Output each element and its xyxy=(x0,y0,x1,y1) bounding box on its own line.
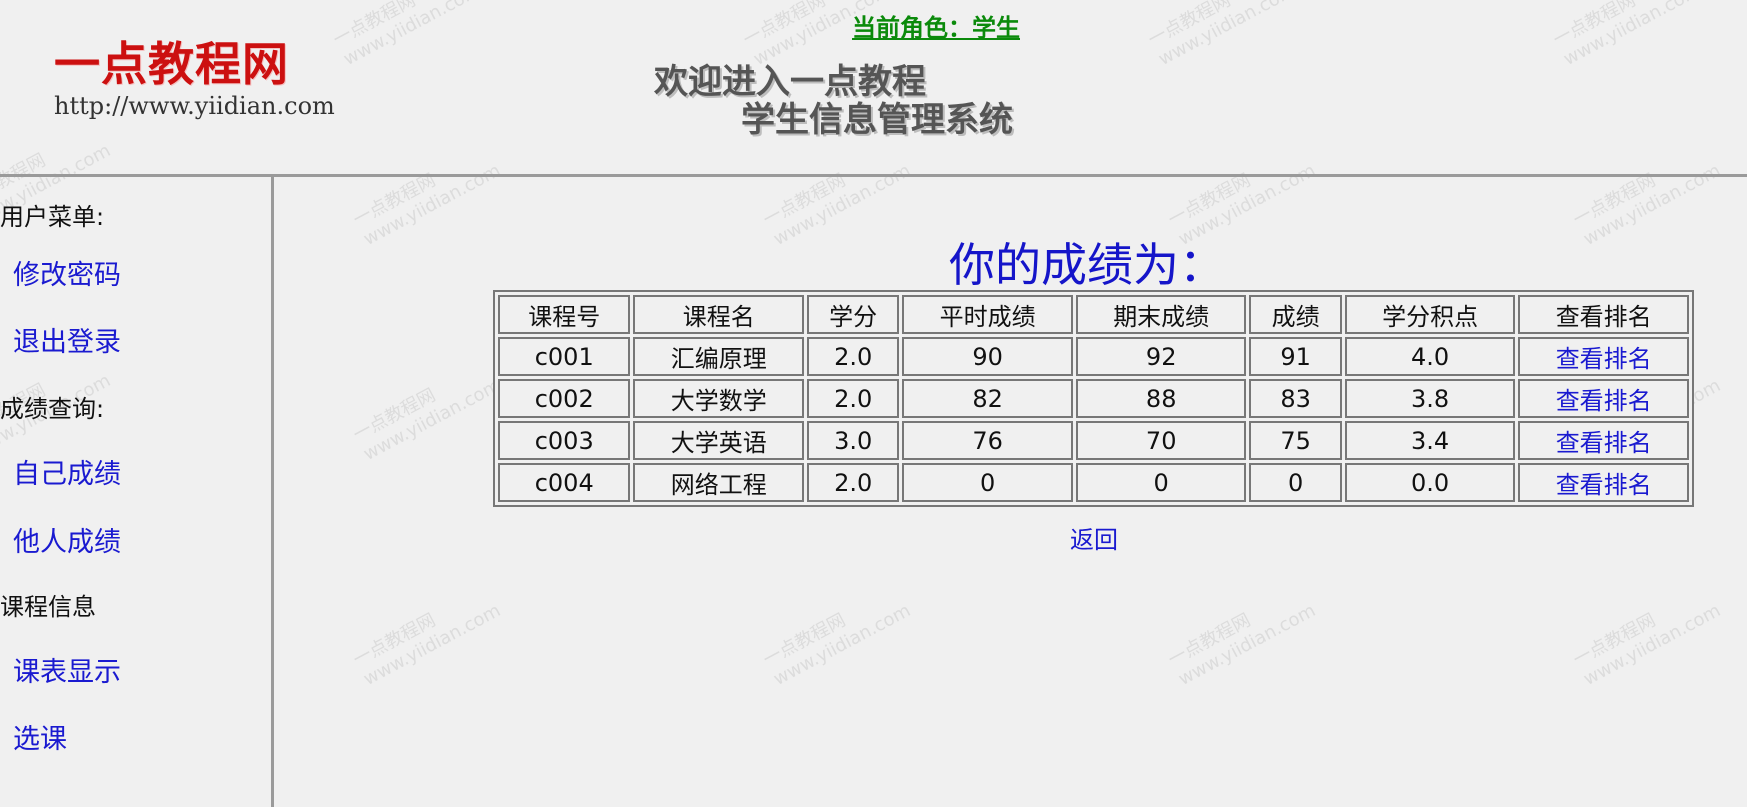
sidebar-section-user-menu: 用户菜单: xyxy=(0,203,105,231)
table-row: c003 大学英语 3.0 76 70 75 3.4 查看排名 xyxy=(498,421,1689,460)
cell-regular-score: 90 xyxy=(902,337,1073,376)
back-link[interactable]: 返回 xyxy=(1070,520,1118,555)
column-header-course-name: 课程名 xyxy=(633,295,805,334)
cell-grade-point: 3.8 xyxy=(1344,379,1516,418)
sidebar: 用户菜单: 修改密码 退出登录 成绩查询: 自己成绩 他人成绩 课程信息 课表显… xyxy=(0,177,274,807)
sidebar-section-score-query: 成绩查询: xyxy=(0,395,105,423)
cell-course-name: 网络工程 xyxy=(633,463,805,502)
welcome-line-2: 学生信息管理系统 xyxy=(741,100,1013,140)
header: 一点教程网 http://www.yiidian.com 当前角色：学生 欢迎进… xyxy=(0,0,1747,177)
column-header-view-rank: 查看排名 xyxy=(1518,295,1689,334)
cell-score: 83 xyxy=(1249,379,1342,418)
view-rank-link[interactable]: 查看排名 xyxy=(1556,471,1652,499)
cell-score: 75 xyxy=(1249,421,1342,460)
cell-course-id: c001 xyxy=(498,337,631,376)
column-header-final-exam-score: 期末成绩 xyxy=(1075,295,1247,334)
view-rank-link[interactable]: 查看排名 xyxy=(1556,345,1652,373)
table-row: c004 网络工程 2.0 0 0 0 0.0 查看排名 xyxy=(498,463,1689,502)
cell-course-name: 大学数学 xyxy=(633,379,805,418)
view-rank-link[interactable]: 查看排名 xyxy=(1556,387,1652,415)
cell-credit: 3.0 xyxy=(807,421,900,460)
cell-credit: 2.0 xyxy=(807,337,900,376)
column-header-course-id: 课程号 xyxy=(498,295,631,334)
sidebar-section-course-info: 课程信息 xyxy=(0,593,96,621)
cell-final-exam-score: 0 xyxy=(1075,463,1247,502)
cell-final-exam-score: 70 xyxy=(1075,421,1247,460)
cell-view-rank: 查看排名 xyxy=(1518,379,1689,418)
cell-view-rank: 查看排名 xyxy=(1518,463,1689,502)
column-header-score: 成绩 xyxy=(1249,295,1342,334)
cell-regular-score: 82 xyxy=(902,379,1073,418)
cell-credit: 2.0 xyxy=(807,379,900,418)
score-table: 课程号 课程名 学分 平时成绩 期末成绩 成绩 学分积点 查看排名 c001 汇编… xyxy=(493,290,1694,507)
cell-score: 91 xyxy=(1249,337,1342,376)
cell-view-rank: 查看排名 xyxy=(1518,421,1689,460)
cell-course-name: 汇编原理 xyxy=(633,337,805,376)
table-row: c002 大学数学 2.0 82 88 83 3.8 查看排名 xyxy=(498,379,1689,418)
cell-course-id: c003 xyxy=(498,421,631,460)
cell-course-id: c004 xyxy=(498,463,631,502)
sidebar-item-select-course[interactable]: 选课 xyxy=(13,717,67,756)
site-logo-text: 一点教程网 xyxy=(54,37,289,91)
view-rank-link[interactable]: 查看排名 xyxy=(1556,429,1652,457)
sidebar-item-change-password[interactable]: 修改密码 xyxy=(13,253,121,292)
site-url: http://www.yiidian.com xyxy=(54,92,335,120)
cell-grade-point: 0.0 xyxy=(1344,463,1516,502)
sidebar-item-timetable[interactable]: 课表显示 xyxy=(13,650,121,689)
column-header-regular-score: 平时成绩 xyxy=(902,295,1073,334)
cell-credit: 2.0 xyxy=(807,463,900,502)
page-title: 你的成绩为： xyxy=(949,238,1225,292)
sidebar-item-others-score[interactable]: 他人成绩 xyxy=(13,520,121,559)
cell-grade-point: 4.0 xyxy=(1344,337,1516,376)
column-header-credit: 学分 xyxy=(807,295,900,334)
cell-final-exam-score: 92 xyxy=(1075,337,1247,376)
cell-regular-score: 0 xyxy=(902,463,1073,502)
table-header-row: 课程号 课程名 学分 平时成绩 期末成绩 成绩 学分积点 查看排名 xyxy=(498,295,1689,334)
current-role: 当前角色：学生 xyxy=(852,14,1020,42)
cell-course-id: c002 xyxy=(498,379,631,418)
cell-score: 0 xyxy=(1249,463,1342,502)
cell-view-rank: 查看排名 xyxy=(1518,337,1689,376)
cell-course-name: 大学英语 xyxy=(633,421,805,460)
sidebar-item-own-score[interactable]: 自己成绩 xyxy=(13,452,121,491)
app-window: 一点教程网 www.yiidian.com 一点教程网 www.yiidian.com… xyxy=(0,0,1747,807)
main-content: 你的成绩为： 课程号 课程名 学分 平时成绩 期末成绩 成绩 学分积点 查看排名… xyxy=(277,177,1747,807)
sidebar-item-logout[interactable]: 退出登录 xyxy=(13,320,121,359)
cell-final-exam-score: 88 xyxy=(1075,379,1247,418)
column-header-grade-point: 学分积点 xyxy=(1344,295,1516,334)
table-row: c001 汇编原理 2.0 90 92 91 4.0 查看排名 xyxy=(498,337,1689,376)
score-table-body: c001 汇编原理 2.0 90 92 91 4.0 查看排名 c002 大学数学 2.0 82 88 8… xyxy=(498,337,1689,502)
cell-regular-score: 76 xyxy=(902,421,1073,460)
cell-grade-point: 3.4 xyxy=(1344,421,1516,460)
